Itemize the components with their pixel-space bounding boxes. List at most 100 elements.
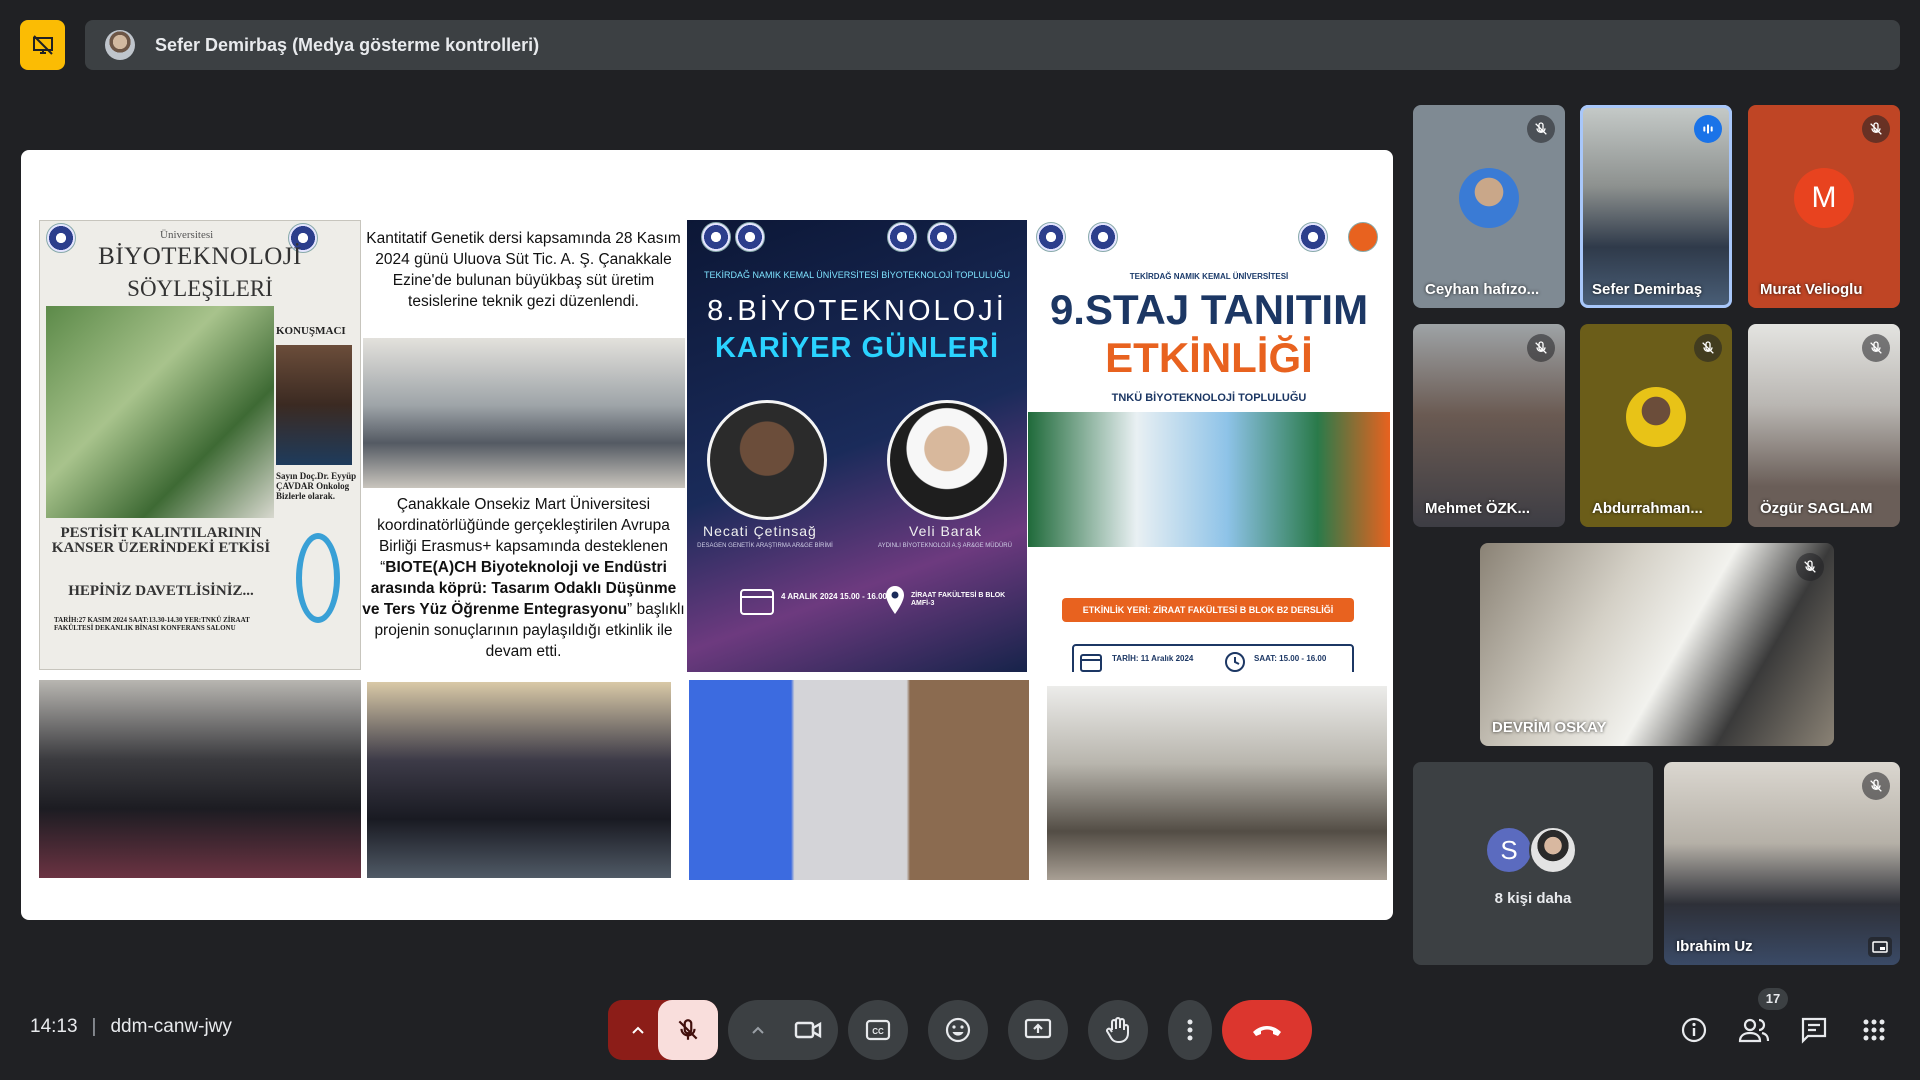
poster4-time: SAAT: 15.00 - 16.00 (1254, 654, 1327, 663)
svg-text:CC: CC (872, 1027, 884, 1036)
people-button[interactable] (1734, 1010, 1774, 1050)
more-options-button[interactable] (1168, 1000, 1212, 1060)
more-participants-avatars: S (1485, 826, 1585, 878)
participant-tile-sefer[interactable]: Sefer Demirbaş (1580, 105, 1732, 308)
participant-tile-devrim[interactable]: DEVRİM OSKAY (1480, 543, 1834, 746)
poster4-date-box: TARİH: 11 Aralık 2024 SAAT: 15.00 - 16.0… (1072, 644, 1354, 672)
activities-button[interactable] (1854, 1010, 1894, 1050)
shared-slide: Üniversitesi BİYOTEKNOLOJİ SÖYLEŞİLERİ K… (21, 150, 1393, 920)
poster3-subtitle: KARİYER GÜNLERİ (714, 332, 1000, 364)
closed-captions-icon: CC (865, 1019, 891, 1041)
participant-name: Ibrahim Uz (1676, 938, 1753, 955)
participant-avatar (1459, 167, 1519, 228)
participant-avatar: M (1794, 167, 1854, 228)
participant-tile-mehmet[interactable]: Mehmet ÖZK... (1413, 324, 1565, 527)
presentation-indicator-icon[interactable] (20, 20, 65, 70)
mic-off-icon (1527, 334, 1555, 362)
meeting-info: 14:13 | ddm-canw-jwy (30, 1016, 232, 1038)
poster-biyoteknoloji-soylesileri: Üniversitesi BİYOTEKNOLOJİ SÖYLEŞİLERİ K… (39, 220, 361, 670)
people-icon (1738, 1018, 1770, 1043)
mic-off-icon (1796, 553, 1824, 581)
poster3-speaker1-name: Necati Çetinsağ (703, 523, 817, 539)
present-screen-button[interactable] (1008, 1000, 1068, 1060)
mic-off-icon (1527, 115, 1555, 143)
poster4-date: TARİH: 11 Aralık 2024 (1112, 654, 1194, 663)
participant-tile-murat[interactable]: M Murat Velioglu (1748, 105, 1900, 308)
participant-avatar (1529, 826, 1577, 874)
more-vert-icon (1187, 1019, 1193, 1041)
hang-up-icon (1253, 1026, 1281, 1036)
more-participants-tile[interactable]: S 8 kişi daha (1413, 762, 1653, 965)
picture-in-picture-icon[interactable] (1868, 937, 1892, 957)
partner-logo-icon (1298, 222, 1328, 252)
more-participants-label: 8 kişi daha (1494, 890, 1572, 907)
university-logo-icon (701, 222, 731, 252)
participant-name: Murat Velioglu (1760, 281, 1863, 298)
reactions-button[interactable] (928, 1000, 988, 1060)
presenter-bar[interactable]: Sefer Demirbaş (Medya gösterme kontrolle… (85, 20, 1900, 70)
raise-hand-button[interactable] (1088, 1000, 1148, 1060)
poster1-invite: HEPİNİZ DAVETLİSİNİZ... (68, 583, 254, 599)
present-screen-icon (1024, 1018, 1052, 1039)
group-photo-1 (39, 680, 361, 878)
participant-tile-ceyhan[interactable]: Ceyhan hafızo... (1413, 105, 1565, 308)
poster1-title: BİYOTEKNOLOJİ (98, 243, 302, 270)
participant-name: Ceyhan hafızo... (1425, 281, 1540, 298)
microphone-toggle-button[interactable] (658, 1000, 718, 1060)
poster3-date: 4 ARALIK 2024 15.00 - 16.00 (781, 592, 887, 601)
poster3-speaker1-role: DESAGEN GENETİK ARAŞTIRMA AR&GE BİRİMİ (697, 543, 833, 549)
poster1-main-title: PESTİSİT KALINTILARININ KANSER ÜZERİNDEK… (51, 525, 271, 556)
participant-name: Özgür SAGLAM (1760, 500, 1873, 517)
participant-avatar (1626, 386, 1686, 447)
participant-name: Abdurrahman... (1592, 500, 1703, 517)
info-icon (1681, 1017, 1707, 1043)
participant-name: Sefer Demirbaş (1592, 281, 1703, 298)
apps-grid-icon (1863, 1019, 1885, 1041)
mic-off-icon (1862, 772, 1890, 800)
emoji-icon (945, 1017, 971, 1043)
poster4-title: 9.STAJ TANITIM (1049, 286, 1369, 333)
meeting-details-button[interactable] (1674, 1010, 1714, 1050)
audio-options-caret[interactable] (618, 1000, 658, 1060)
farm-visit-photo (363, 338, 685, 488)
participant-name: DEVRİM OSKAY (1492, 719, 1607, 736)
calendar-icon (740, 589, 774, 615)
poster1-details: TARİH:27 KASIM 2024 SAAT:13.30-14.30 YER… (54, 616, 250, 632)
award-ceremony-photo (689, 680, 1029, 880)
camera-toggle-button[interactable] (778, 1000, 838, 1060)
participant-tile-abdurrahman[interactable]: Abdurrahman... (1580, 324, 1732, 527)
raise-hand-icon (1106, 1017, 1129, 1044)
mic-off-icon (678, 1019, 698, 1040)
captions-button[interactable]: CC (848, 1000, 908, 1060)
presenter-name: Sefer Demirbaş (Medya gösterme kontrolle… (155, 34, 540, 55)
mic-control-group (608, 1000, 718, 1060)
society-logo-icon (735, 222, 765, 252)
poster3-organizer: TEKİRDAĞ NAMIK KEMAL ÜNİVERSİTESİ BİYOTE… (704, 270, 1010, 280)
speaker2-photo (887, 400, 1007, 520)
poster1-speaker-info: Sayın Doç.Dr. Eyyüp ÇAVDAR Onkolog Bizle… (276, 471, 357, 501)
poster1-brand: Üniversitesi (160, 229, 214, 241)
participant-tile-ibrahim[interactable]: Ibrahim Uz (1664, 762, 1900, 965)
speaker1-photo (707, 400, 827, 520)
mic-off-icon (1694, 334, 1722, 362)
video-camera-icon (794, 1021, 822, 1039)
presenter-avatar (105, 30, 135, 60)
chat-icon (1801, 1017, 1827, 1044)
lab-scientists-photo (1028, 412, 1390, 547)
poster3-location: ZİRAAT FAKÜLTESİ B BLOK AMFİ-3 (911, 592, 1006, 607)
participant-avatar: S (1485, 826, 1533, 874)
leave-call-button[interactable] (1222, 1000, 1312, 1060)
group-photo-2 (367, 682, 671, 878)
poster3-speaker2-name: Veli Barak (909, 523, 983, 539)
speaker-photo (276, 345, 352, 465)
chat-button[interactable] (1794, 1010, 1834, 1050)
mic-off-icon (1862, 115, 1890, 143)
participant-tile-ozgur[interactable]: Özgür SAGLAM (1748, 324, 1900, 527)
poster1-subtitle: SÖYLEŞİLERİ (127, 276, 273, 301)
poster-kariyer-gunleri: TEKİRDAĞ NAMIK KEMAL ÜNİVERSİTESİ BİYOTE… (687, 220, 1027, 672)
video-options-caret[interactable] (738, 1000, 778, 1060)
erasmus-project-text: Çanakkale Onsekiz Mart Üniversitesi koor… (361, 494, 686, 662)
university-logo-icon (1036, 222, 1066, 252)
partner-logo-icon (927, 222, 957, 252)
poster3-title: 8.BİYOTEKNOLOJİ (707, 295, 1007, 327)
